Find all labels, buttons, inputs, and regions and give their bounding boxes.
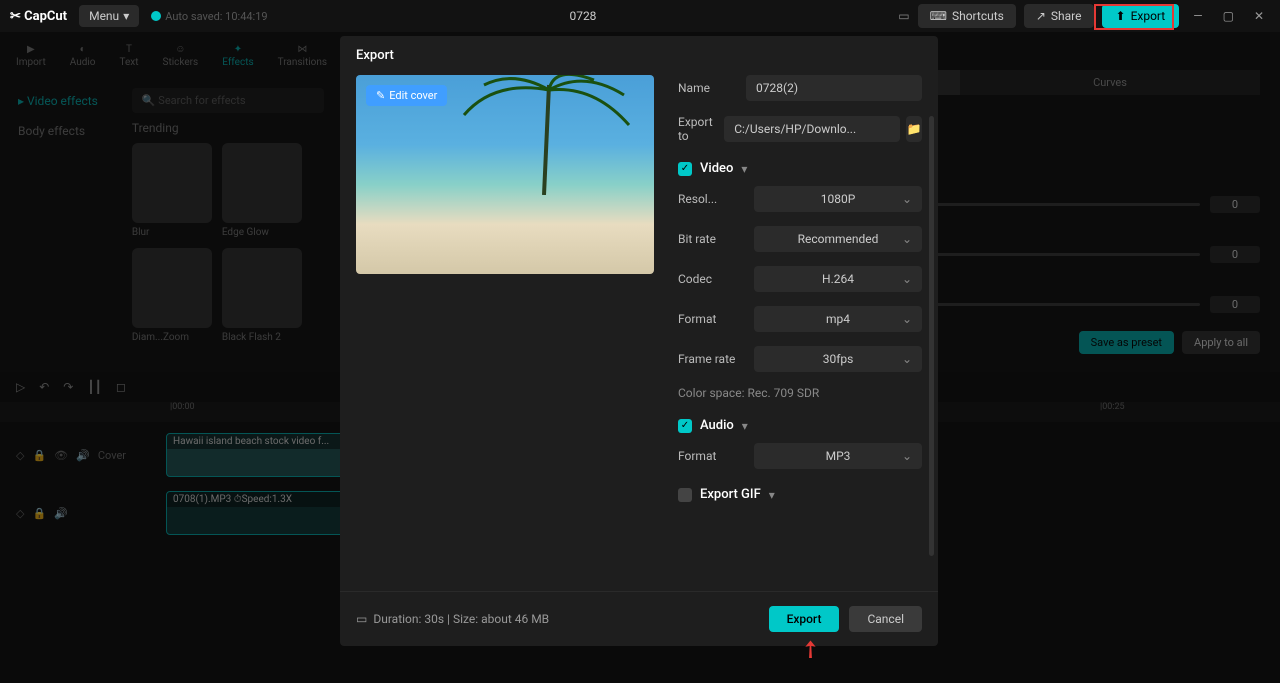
dialog-title: Export [340,36,938,75]
cover-button[interactable]: Cover [98,449,126,462]
effect-edge-glow[interactable]: Edge Glow [222,143,302,238]
tab-text[interactable]: TText [111,40,146,72]
dialog-scrollbar[interactable] [929,116,934,556]
name-input[interactable] [746,75,922,101]
cursor-tool-icon[interactable]: ▷ [16,380,25,394]
tab-audio[interactable]: ◐Audio [62,40,104,72]
resolution-select[interactable]: 1080P [754,186,922,212]
cancel-button[interactable]: Cancel [849,606,922,632]
project-title: 0728 [280,9,887,23]
gif-checkbox[interactable] [678,488,692,502]
trending-label: Trending [116,121,340,135]
browse-folder-button[interactable]: 📁 [906,116,922,142]
effect-blur[interactable]: Blur [132,143,212,238]
save-preset-button[interactable]: Save as preset [1079,331,1174,354]
split-icon[interactable]: ┃┃ [87,380,101,394]
tab-import[interactable]: ▶Import [8,40,54,72]
share-button[interactable]: ↗ Share [1024,4,1094,28]
cover-preview: ✎ Edit cover [356,75,654,274]
subtab-video-effects[interactable]: ▸ Video effects [8,88,108,114]
audio-clip[interactable]: 0708(1).MP3 ⏱Speed:1.3X [166,491,346,535]
video-format-select[interactable]: mp4 [754,306,922,332]
bitrate-select[interactable]: Recommended [754,226,922,252]
export-button[interactable]: Export [769,606,840,632]
framerate-select[interactable]: 30fps [754,346,922,372]
close-icon[interactable]: ✕ [1248,9,1270,23]
maximize-icon[interactable]: ▢ [1217,9,1240,23]
aspect-icon[interactable]: ▭ [898,9,909,23]
subtab-body-effects[interactable]: Body effects [8,118,108,144]
mode-curves[interactable]: Curves [960,70,1260,95]
audio-checkbox[interactable]: ✓ [678,419,692,433]
redo-icon[interactable]: ↷ [63,380,73,394]
crop-icon[interactable]: ◻ [116,380,126,394]
export-info: ▭ Duration: 30s | Size: about 46 MB [356,612,769,626]
codec-select[interactable]: H.264 [754,266,922,292]
effect-diamond-zoom[interactable]: Diam...Zoom [132,248,212,343]
effect-black-flash[interactable]: Black Flash 2 [222,248,302,343]
tab-stickers[interactable]: ☺Stickers [155,40,207,72]
search-input[interactable]: 🔍 Search for effects [132,88,324,113]
menu-button[interactable]: Menu ▾ [79,5,139,27]
edit-cover-button[interactable]: ✎ Edit cover [366,85,447,106]
left-panel: ▶Import ◐Audio TText ☺Stickers ✦Effects … [0,32,340,372]
apply-all-button[interactable]: Apply to all [1182,331,1260,354]
shortcuts-button[interactable]: ⌨ Shortcuts [918,4,1016,28]
autosave-status: Auto saved: 10:44:19 [151,10,267,23]
top-bar: ✂ CapCut Menu ▾ Auto saved: 10:44:19 072… [0,0,1280,32]
export-dialog: Export ✎ Edit cover Name Export to📁 ✓Vid… [340,36,938,646]
tab-effects[interactable]: ✦Effects [214,40,261,72]
exportto-input[interactable] [724,116,900,142]
app-logo: ✂ CapCut [10,9,67,24]
video-clip[interactable]: Hawaii island beach stock video f... [166,433,346,477]
colorspace-info: Color space: Rec. 709 SDR [678,386,922,400]
audio-format-select[interactable]: MP3 [754,443,922,469]
video-checkbox[interactable]: ✓ [678,162,692,176]
minimize-icon[interactable]: — [1187,9,1208,23]
tab-transitions[interactable]: ⋈Transitions [270,40,335,72]
undo-icon[interactable]: ↶ [39,380,49,394]
annotation-highlight [1094,4,1174,30]
